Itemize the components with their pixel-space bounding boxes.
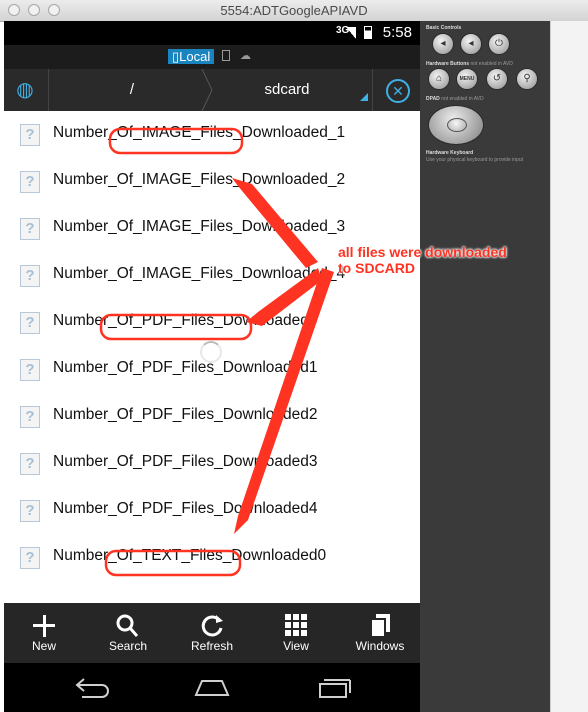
- highlight-pdf-ellipse: [99, 313, 253, 341]
- highlight-text-ellipse: [104, 549, 242, 577]
- annotation-arrow-image: [232, 178, 318, 268]
- annotation-text: all files were downloaded to SDCARD: [338, 244, 507, 276]
- annotation-overlay: [99, 127, 334, 577]
- annotation-line1: all files were downloaded: [338, 244, 507, 260]
- annotation-line2: to SDCARD: [338, 260, 415, 276]
- highlight-image-ellipse: [108, 127, 244, 155]
